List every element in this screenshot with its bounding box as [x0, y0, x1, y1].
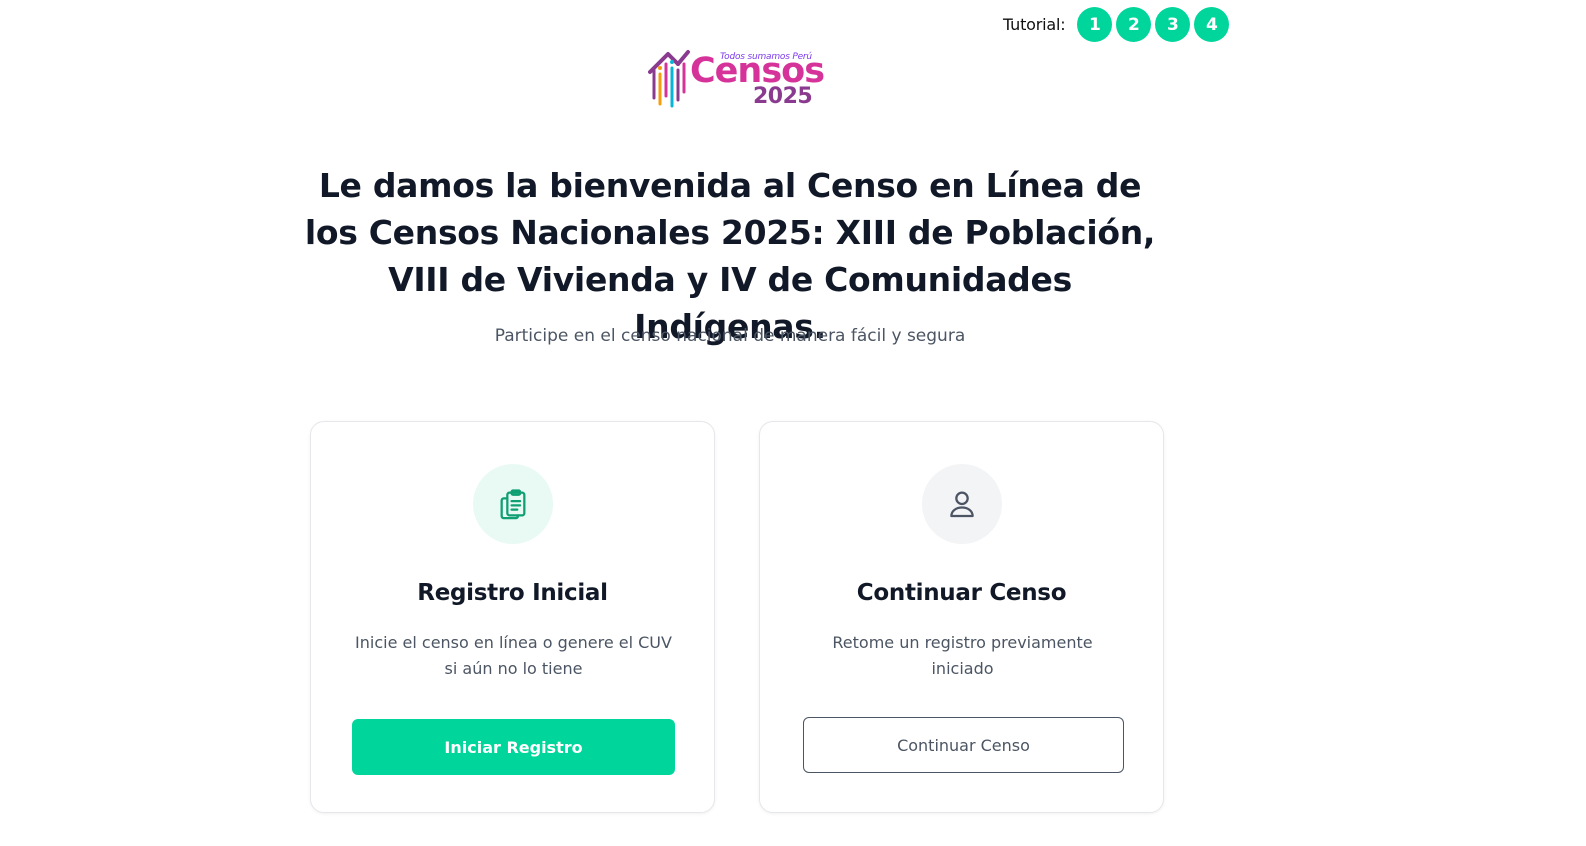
tutorial-nav: Tutorial: 1 2 3 4 — [1003, 7, 1230, 42]
continuar-card-title: Continuar Censo — [856, 580, 1067, 606]
user-icon — [950, 491, 974, 518]
tutorial-step-1[interactable]: 1 — [1077, 7, 1113, 42]
continuar-card-description: Retome un registro previamente iniciado — [832, 633, 1093, 678]
continuar-icon-badge — [922, 464, 1002, 544]
censos-2025-logo: Todos sumamos Perú Censos 2025 — [648, 40, 828, 114]
tutorial-step-2[interactable]: 2 — [1116, 7, 1152, 42]
registro-card-description: Inicie el censo en línea o genere el CUV… — [355, 633, 672, 678]
registro-icon-badge — [473, 464, 553, 544]
tutorial-step-4[interactable]: 4 — [1194, 7, 1230, 42]
welcome-subtitle: Participe en el censo nacional de manera… — [494, 326, 966, 346]
continuar-censo-card: Continuar Censo Retome un registro previ… — [759, 421, 1164, 813]
tutorial-label: Tutorial: — [1003, 15, 1066, 34]
continuar-censo-button[interactable]: Continuar Censo — [803, 717, 1124, 773]
tutorial-step-3[interactable]: 3 — [1155, 7, 1191, 42]
census-welcome-page: Tutorial: 1 2 3 4 Todos sumamos Perú Cen… — [0, 0, 1586, 846]
welcome-title: Le damos la bienvenida al Censo en Línea… — [304, 166, 1156, 346]
clipboard-copy-icon — [500, 489, 526, 520]
registro-card-title: Registro Inicial — [417, 580, 608, 606]
logo-year: 2025 — [753, 84, 813, 109]
registro-inicial-card: Registro Inicial Inicie el censo en líne… — [310, 421, 715, 813]
iniciar-registro-button[interactable]: Iniciar Registro — [352, 719, 675, 775]
